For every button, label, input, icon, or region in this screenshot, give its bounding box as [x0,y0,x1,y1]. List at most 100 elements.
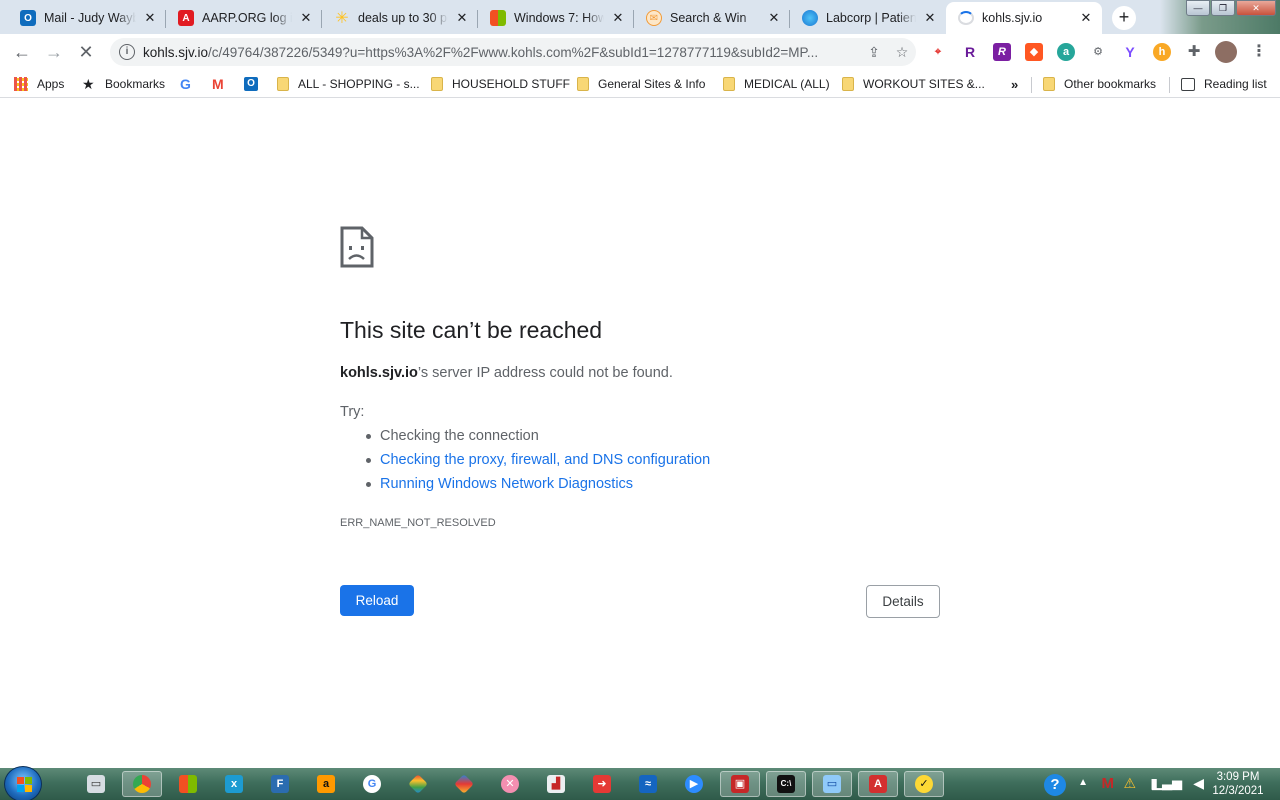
taskbar-app-arrow[interactable]: ➜ [582,771,622,797]
bookmark-star-icon[interactable]: ☆ [888,44,916,61]
taskbar-zoom[interactable]: ▶ [674,771,714,797]
taskbar-app-pink[interactable]: ✕ [490,771,530,797]
clock-time: 3:09 PM [1216,771,1260,783]
location-extension-icon[interactable]: ⌖ [929,43,947,61]
close-icon[interactable]: ✕ [766,10,782,26]
taskbar-amazon[interactable]: a [306,771,346,797]
taskbar-windows-store[interactable] [168,771,208,797]
tray-expand-icon[interactable]: ▲ [1078,777,1088,788]
grammarly-extension-icon[interactable]: a [1057,43,1075,61]
y-extension-icon[interactable]: Y [1121,43,1139,61]
volume-icon[interactable]: ◀ [1193,775,1204,792]
forward-button[interactable]: → [42,40,66,64]
error-host: kohls.sjv.io [340,365,418,381]
tab-title: deals up to 30 percent [358,11,448,25]
maximize-button[interactable]: ❐ [1211,0,1235,16]
close-icon[interactable]: ✕ [142,10,158,26]
url-text[interactable]: kohls.sjv.io/c/49764/387226/5349?u=https… [143,45,860,60]
bookmark-folder-general[interactable]: General Sites & Info [577,75,705,93]
bookmark-folder-shopping[interactable]: ALL - SHOPPING - s... [277,75,420,93]
clock[interactable]: 3:09 PM 12/3/2021 [1208,770,1268,798]
address-bar[interactable]: i kohls.sjv.io/c/49764/387226/5349?u=htt… [110,38,916,66]
red-extension-icon[interactable]: ◆ [1025,43,1043,61]
start-button[interactable] [4,766,42,800]
diamond-app-icon [454,774,474,794]
bookmark-folder-household[interactable]: HOUSEHOLD STUFF [431,75,570,93]
mcafee-icon[interactable]: M [1102,775,1115,792]
stop-loading-button[interactable]: ✕ [74,40,98,64]
r-extension-icon[interactable]: R [961,43,979,61]
taskbar-app-chart[interactable]: ▟ [536,771,576,797]
translate-extension-icon[interactable]: ⚙ [1089,43,1107,61]
try-label: Try: [340,404,365,420]
taskbar-cmd[interactable]: C:\ [766,771,806,797]
norton-icon: ✓ [915,775,933,793]
bookmark-outlook[interactable]: O [244,75,267,93]
taskbar-app-diamond-2[interactable] [444,771,484,797]
bookmark-bookmarks[interactable]: ★ Bookmarks [82,75,165,93]
details-button[interactable]: Details [866,585,940,618]
close-icon[interactable]: ✕ [1078,10,1094,26]
tab-title: Labcorp | Patient [826,11,916,25]
taskbar-acrobat[interactable]: A [858,771,898,797]
close-icon[interactable]: ✕ [298,10,314,26]
taskbar-excel[interactable]: x [214,771,254,797]
error-title: This site can’t be reached [340,317,603,343]
bookmark-google[interactable]: G [180,75,203,93]
taskbar-google[interactable]: G [352,771,392,797]
back-button[interactable]: ← [10,40,34,64]
bookmark-folder-workout[interactable]: WORKOUT SITES &... [842,75,985,93]
tab-deals[interactable]: ✳ deals up to 30 percent ✕ [322,2,478,34]
bookmark-label: WORKOUT SITES &... [863,77,985,91]
tab-search-win[interactable]: ✉ Search & Win ✕ [634,2,790,34]
bookmark-gmail[interactable]: M [212,75,235,93]
menu-kebab-icon[interactable]: ⋮ [1250,43,1268,61]
bookmark-apps[interactable]: Apps [14,75,64,93]
folder-icon [723,77,735,91]
taskbar-app-diamond[interactable] [398,771,438,797]
taskbar-chrome[interactable] [122,771,162,797]
windows-store-icon [179,775,197,793]
tab-kohls-active[interactable]: kohls.sjv.io ✕ [946,2,1102,34]
signal-icon[interactable]: ▁▃▅ [1152,775,1182,791]
reload-button[interactable]: Reload [340,585,414,616]
rakuten-extension-icon[interactable]: R [993,43,1011,61]
taskbar-app-wave[interactable]: ≈ [628,771,668,797]
honey-extension-icon[interactable]: h [1153,43,1171,61]
suggestion-proxy-link[interactable]: Checking the proxy, firewall, and DNS co… [365,451,710,475]
taskbar-f-app[interactable]: F [260,771,300,797]
site-info-icon[interactable]: i [119,44,135,60]
minimize-button[interactable]: — [1186,0,1210,16]
app-x-icon: x [225,775,243,793]
close-icon[interactable]: ✕ [922,10,938,26]
taskbar-monitor[interactable]: ▭ [812,771,852,797]
reading-list-button[interactable]: Reading list [1181,75,1267,93]
help-icon[interactable]: ? [1044,774,1066,796]
sad-page-icon [340,226,374,268]
bookmark-label: HOUSEHOLD STUFF [452,77,571,91]
tab-title: Search & Win [670,11,747,25]
tab-labcorp[interactable]: Labcorp | Patient ✕ [790,2,946,34]
tab-mail[interactable]: O Mail - Judy Waybright ✕ [8,2,166,34]
taskbar-app-red[interactable]: ▣ [720,771,760,797]
bookmark-folder-other[interactable]: Other bookmarks [1043,75,1156,93]
tab-aarp[interactable]: A AARP.ORG log in ✕ [166,2,322,34]
bookmark-folder-medical[interactable]: MEDICAL (ALL) [723,75,830,93]
amazon-icon: a [317,775,335,793]
close-icon[interactable]: ✕ [454,10,470,26]
extensions-puzzle-icon[interactable]: ✚ [1185,43,1203,61]
taskbar-show-desktop[interactable]: ▭ [76,771,116,797]
suggestion-diagnostics-link[interactable]: Running Windows Network Diagnostics [365,475,710,499]
acrobat-icon: A [869,775,887,793]
windows-taskbar: ▭ x F a G ✕ ▟ ➜ ≈ ▶ ▣ C:\ ▭ A ✓ ? ▲ M ⚠ … [0,766,1280,800]
bookmarks-overflow-chevron[interactable]: » [1011,75,1018,93]
avatar[interactable] [1215,41,1237,63]
window-close-button[interactable]: ✕ [1236,0,1276,16]
close-icon[interactable]: ✕ [610,10,626,26]
network-warning-icon[interactable]: ⚠ [1123,775,1136,792]
tab-windows7[interactable]: Windows 7: How ✕ [478,2,634,34]
share-icon[interactable]: ⇪ [860,44,888,61]
new-tab-button[interactable]: + [1112,6,1136,30]
taskbar-norton[interactable]: ✓ [904,771,944,797]
folder-icon [277,77,289,91]
